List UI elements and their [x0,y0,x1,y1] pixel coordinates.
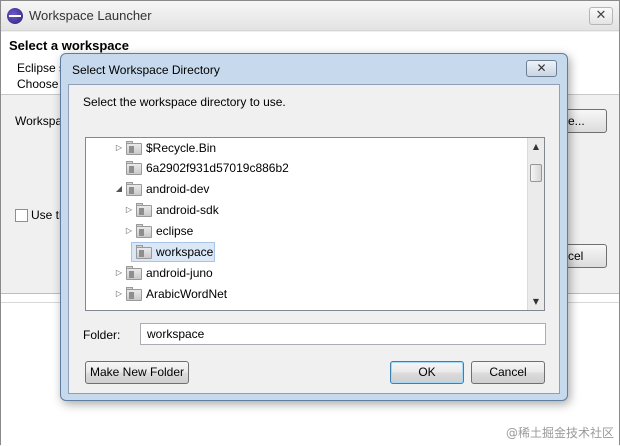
dialog-body: Select the workspace directory to use. ▷… [68,84,560,394]
tree-item-label: $Recycle.Bin [146,141,217,155]
vertical-scrollbar[interactable]: ▲ ▼ [527,138,544,310]
tree-item-eclipse[interactable]: ▷ eclipse [126,221,326,241]
tree-item-label: 6a2902f931d57019c886b2 [146,161,289,175]
tree-item-workspace[interactable]: workspace [131,242,215,262]
folder-icon [136,203,152,217]
tree-item-label: android-dev [146,182,210,196]
tree-item-6a2902f931d57019c886b2[interactable]: 6a2902f931d57019c886b2 [116,158,336,178]
expand-arrow-icon[interactable]: ▷ [114,138,124,158]
description-line-1: Eclipse s [17,61,66,75]
eclipse-icon [7,8,23,24]
tree-item-recycle-bin[interactable]: ▷ $Recycle.Bin [116,138,316,158]
page-title: Select a workspace [9,38,129,53]
tree-item-android-juno[interactable]: ▷ android-juno [116,263,316,283]
folder-input[interactable]: workspace [140,323,546,345]
folder-icon [136,245,152,259]
folder-icon [136,224,152,238]
select-workspace-directory-dialog: Select Workspace Directory ✕ Select the … [60,53,568,401]
expand-arrow-icon[interactable]: ▷ [124,200,134,220]
close-button[interactable]: ✕ [589,7,613,25]
folder-icon [126,266,142,280]
dialog-title: Select Workspace Directory [72,63,220,77]
dialog-close-button[interactable]: ✕ [526,60,557,77]
instruction-text: Select the workspace directory to use. [83,95,286,109]
use-default-checkbox[interactable] [15,209,28,222]
tree-item-android-dev[interactable]: ◢ android-dev [116,179,316,199]
expand-arrow-icon[interactable]: ▷ [124,221,134,241]
scroll-down-arrow-icon[interactable]: ▼ [528,293,544,310]
expand-arrow-icon[interactable]: ▷ [114,263,124,283]
scroll-up-arrow-icon[interactable]: ▲ [528,138,544,155]
ok-button[interactable]: OK [390,361,464,384]
tree-item-android-sdk[interactable]: ▷ android-sdk [126,200,326,220]
tree-item-label: android-juno [146,266,213,280]
tree-item-arabicwordnet[interactable]: ▷ ArabicWordNet [116,284,316,304]
make-new-folder-button[interactable]: Make New Folder [85,361,189,384]
folder-label: Folder: [83,328,121,342]
window-title: Workspace Launcher [29,8,152,23]
folder-tree[interactable]: ▷ $Recycle.Bin 6a2902f931d57019c886b2 ◢ … [85,137,545,311]
folder-icon [126,287,142,301]
tree-item-label: android-sdk [156,203,219,217]
workspace-label: Workspa [15,114,63,128]
tree-item-label: workspace [156,245,214,259]
description-line-2: Choose [17,77,59,91]
tree-item-label: ArabicWordNet [146,287,228,301]
folder-icon [126,182,142,196]
expand-arrow-icon[interactable]: ▷ [114,284,124,304]
collapse-arrow-icon[interactable]: ◢ [114,179,124,199]
folder-icon [126,161,142,175]
cancel-button[interactable]: Cancel [471,361,545,384]
scrollbar-thumb[interactable] [530,164,542,182]
folder-icon [126,141,142,155]
watermark: @稀土掘金技术社区 [505,426,614,440]
title-bar: Workspace Launcher ✕ [1,1,619,31]
tree-item-label: eclipse [156,224,194,238]
